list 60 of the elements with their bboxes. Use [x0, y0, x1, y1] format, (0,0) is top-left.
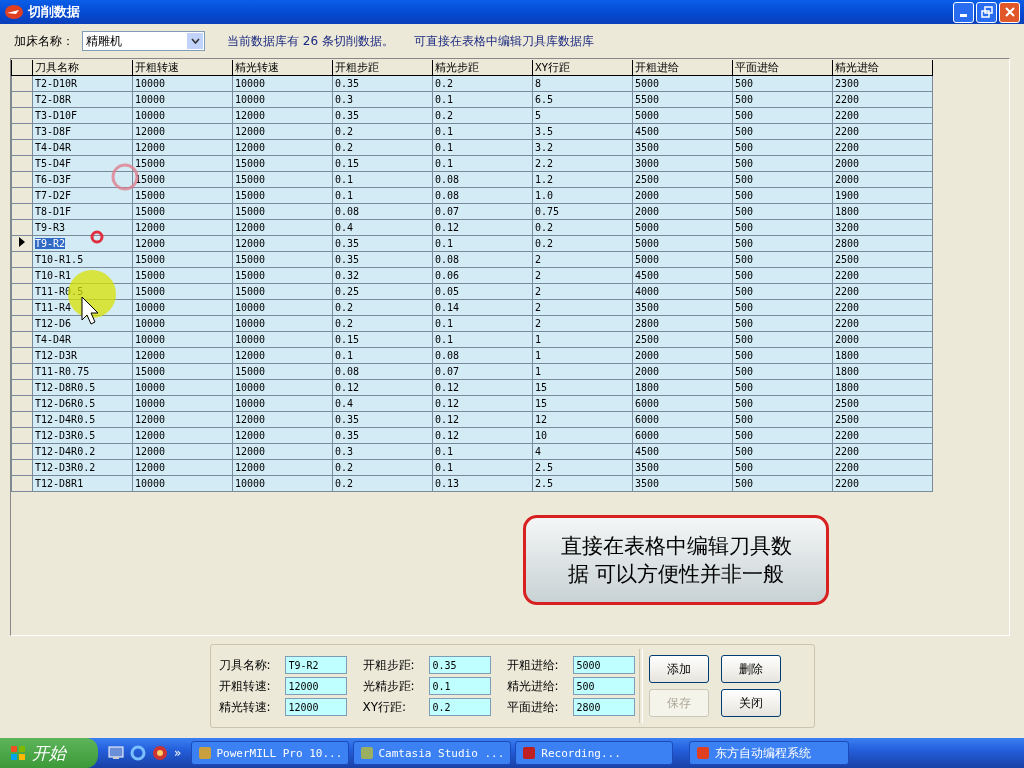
form-button[interactable]: 关闭: [720, 689, 781, 717]
mouse-pointer-icon: [81, 296, 99, 325]
taskbar-button[interactable]: PowerMILL Pro 10...: [191, 741, 350, 765]
taskbar-button[interactable]: Recording...: [515, 741, 674, 765]
machine-label: 加床名称：: [14, 32, 74, 50]
field-label: 精光进给:: [506, 677, 560, 695]
input-field[interactable]: T9-R2: [284, 656, 347, 674]
field-label: 平面进给:: [506, 698, 560, 716]
column-header[interactable]: 开粗转速: [132, 60, 233, 76]
dropdown-icon: [190, 38, 200, 44]
field-label: 光精步距:: [362, 677, 416, 695]
field-label: 开粗转速:: [218, 677, 272, 695]
field-label: 开粗进给:: [506, 656, 560, 674]
taskbar-button[interactable]: Camtasia Studio ...: [353, 741, 512, 765]
click-dot-icon: [90, 230, 104, 244]
callout-text: 直接在表格中编辑刀具数据 可以方便性并非一般: [560, 532, 792, 588]
hint-text: 可直接在表格中编辑刀具库数据库: [413, 32, 594, 50]
column-header[interactable]: 精光进给: [832, 60, 933, 76]
form-button[interactable]: 添加: [648, 655, 709, 683]
field-label: 刀具名称:: [218, 656, 272, 674]
field-label: 精光转速:: [218, 698, 272, 716]
desktop-icon[interactable]: [108, 745, 124, 761]
column-header[interactable]: 精光步距: [432, 60, 533, 76]
field-label: XY行距:: [362, 698, 408, 716]
input-field[interactable]: 5000: [572, 656, 635, 674]
minimize-button[interactable]: [953, 1, 974, 23]
app-icon: [360, 746, 374, 760]
form-button[interactable]: 删除: [720, 655, 781, 683]
column-header[interactable]: 刀具名称: [32, 60, 133, 76]
column-header[interactable]: 开粗进给: [632, 60, 733, 76]
input-field[interactable]: 500: [572, 677, 635, 695]
input-field[interactable]: 0.1: [428, 677, 491, 695]
app-icon: [696, 746, 711, 760]
current-row-icon: [19, 236, 25, 247]
record-count-text: 当前数据库有 26 条切削数据。: [227, 32, 394, 50]
window-title: 切削数据: [28, 3, 80, 21]
machine-select[interactable]: 精雕机: [82, 31, 205, 51]
input-field[interactable]: 12000: [284, 698, 347, 716]
taskbar-button[interactable]: 东方自动编程系统: [689, 741, 850, 765]
app-icon: [4, 4, 24, 20]
minimize-icon: [960, 13, 967, 17]
maximize-button[interactable]: [976, 1, 997, 23]
app-icon: [198, 746, 212, 760]
column-header[interactable]: 平面进给: [732, 60, 833, 76]
input-field[interactable]: 0.2: [428, 698, 491, 716]
input-field[interactable]: 2800: [572, 698, 635, 716]
field-label: 开粗步距:: [362, 656, 416, 674]
input-field[interactable]: 12000: [284, 677, 347, 695]
close-icon: [1003, 6, 1016, 18]
input-field[interactable]: 0.35: [428, 656, 491, 674]
column-header[interactable]: XY行距: [532, 60, 633, 76]
column-header[interactable]: 开粗步距: [332, 60, 433, 76]
app-icon: [522, 746, 537, 760]
close-button[interactable]: [999, 1, 1020, 23]
media-icon[interactable]: [152, 745, 168, 761]
overflow-chevron[interactable]: »: [174, 746, 182, 760]
browser-icon[interactable]: [130, 745, 146, 761]
restore-icon: [980, 6, 993, 18]
column-header[interactable]: 精光转速: [232, 60, 333, 76]
windows-logo-icon: [10, 745, 26, 761]
